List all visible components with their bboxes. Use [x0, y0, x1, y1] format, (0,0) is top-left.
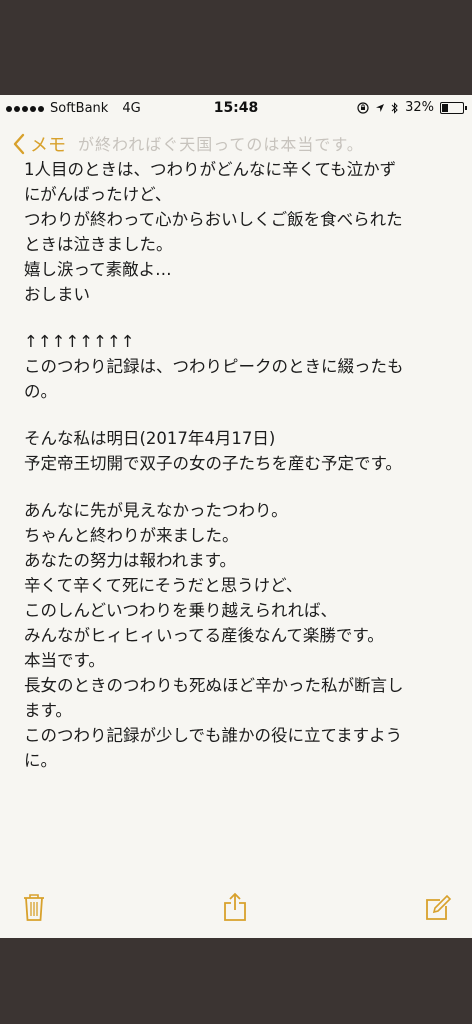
note-line: の。 [24, 382, 57, 401]
battery-percent: 32% [405, 100, 434, 115]
note-line: 長女のときのつわりも死ぬほど辛かった私が断言し [24, 676, 404, 695]
share-icon [224, 892, 246, 921]
note-line: あんなに先が見えなかったつわり。 [24, 501, 288, 520]
chevron-left-icon [13, 133, 25, 155]
share-button[interactable] [222, 892, 250, 922]
note-line: このしんどいつわりを乗り越えられれば、 [24, 601, 338, 620]
status-right: 32% [357, 100, 467, 115]
note-blank-line [24, 476, 454, 498]
note-line: このつわり記録は、つわりピークのときに綴ったも [24, 357, 404, 376]
back-label: メモ [30, 135, 66, 156]
note-line: ます。 [24, 701, 72, 720]
status-bar: SoftBank 4G 15:48 32% [0, 95, 472, 122]
note-line: おしまい [24, 285, 90, 304]
bottom-toolbar [0, 882, 472, 938]
note-line: ときは泣きました。 [24, 235, 173, 254]
ghost-title: が終わればぐ天国ってのは本当です。 [78, 135, 364, 154]
note-blank-line [24, 307, 454, 329]
note-body[interactable]: 1人目のときは、つわりがどんなに辛くても泣かず にがんばったけど、つわりが終わって… [24, 157, 454, 773]
note-line: 本当です。 [24, 651, 105, 670]
bluetooth-icon [391, 101, 398, 114]
note-line: 嬉し涙って素敵よ… [24, 260, 172, 279]
compose-button[interactable] [424, 892, 452, 922]
note-line: にがんばったけど、 [24, 185, 172, 204]
note-line: みんながヒィヒィいってる産後なんて楽勝です。 [24, 626, 384, 645]
note-line: ↑↑↑↑↑↑↑↑ [24, 332, 135, 351]
note-line: 予定帝王切開で双子の女の子たちを産む予定です。 [24, 454, 402, 473]
trash-icon [24, 894, 44, 921]
rotation-lock-icon [357, 101, 369, 114]
compose-icon [426, 894, 452, 920]
note-line: あなたの努力は報われます。 [24, 551, 237, 570]
note-line: つわりが終わって心からおいしくご飯を食べられた [24, 210, 403, 229]
note-line: そんな私は明日(2017年4月17日) [24, 429, 276, 448]
location-icon [376, 103, 385, 112]
nav-bar: が終わればぐ天国ってのは本当です。 メモ [0, 125, 472, 159]
note-line: ちゃんと終わりが来ました。 [24, 526, 239, 545]
note-line: 辛くて辛くて死にそうだと思うけど、 [24, 576, 303, 595]
trash-button[interactable] [22, 892, 50, 922]
note-line: 1人目のときは、つわりがどんなに辛くても泣かず [24, 160, 397, 179]
notes-screen: SoftBank 4G 15:48 32% が終わればぐ天国ってのは本当です。 [0, 95, 472, 938]
note-line: に。 [24, 751, 57, 770]
back-button[interactable]: メモ [12, 131, 66, 157]
battery-icon [440, 101, 467, 114]
note-line: このつわり記録が少しでも誰かの役に立てますよう [24, 726, 403, 745]
note-blank-line [24, 404, 454, 426]
